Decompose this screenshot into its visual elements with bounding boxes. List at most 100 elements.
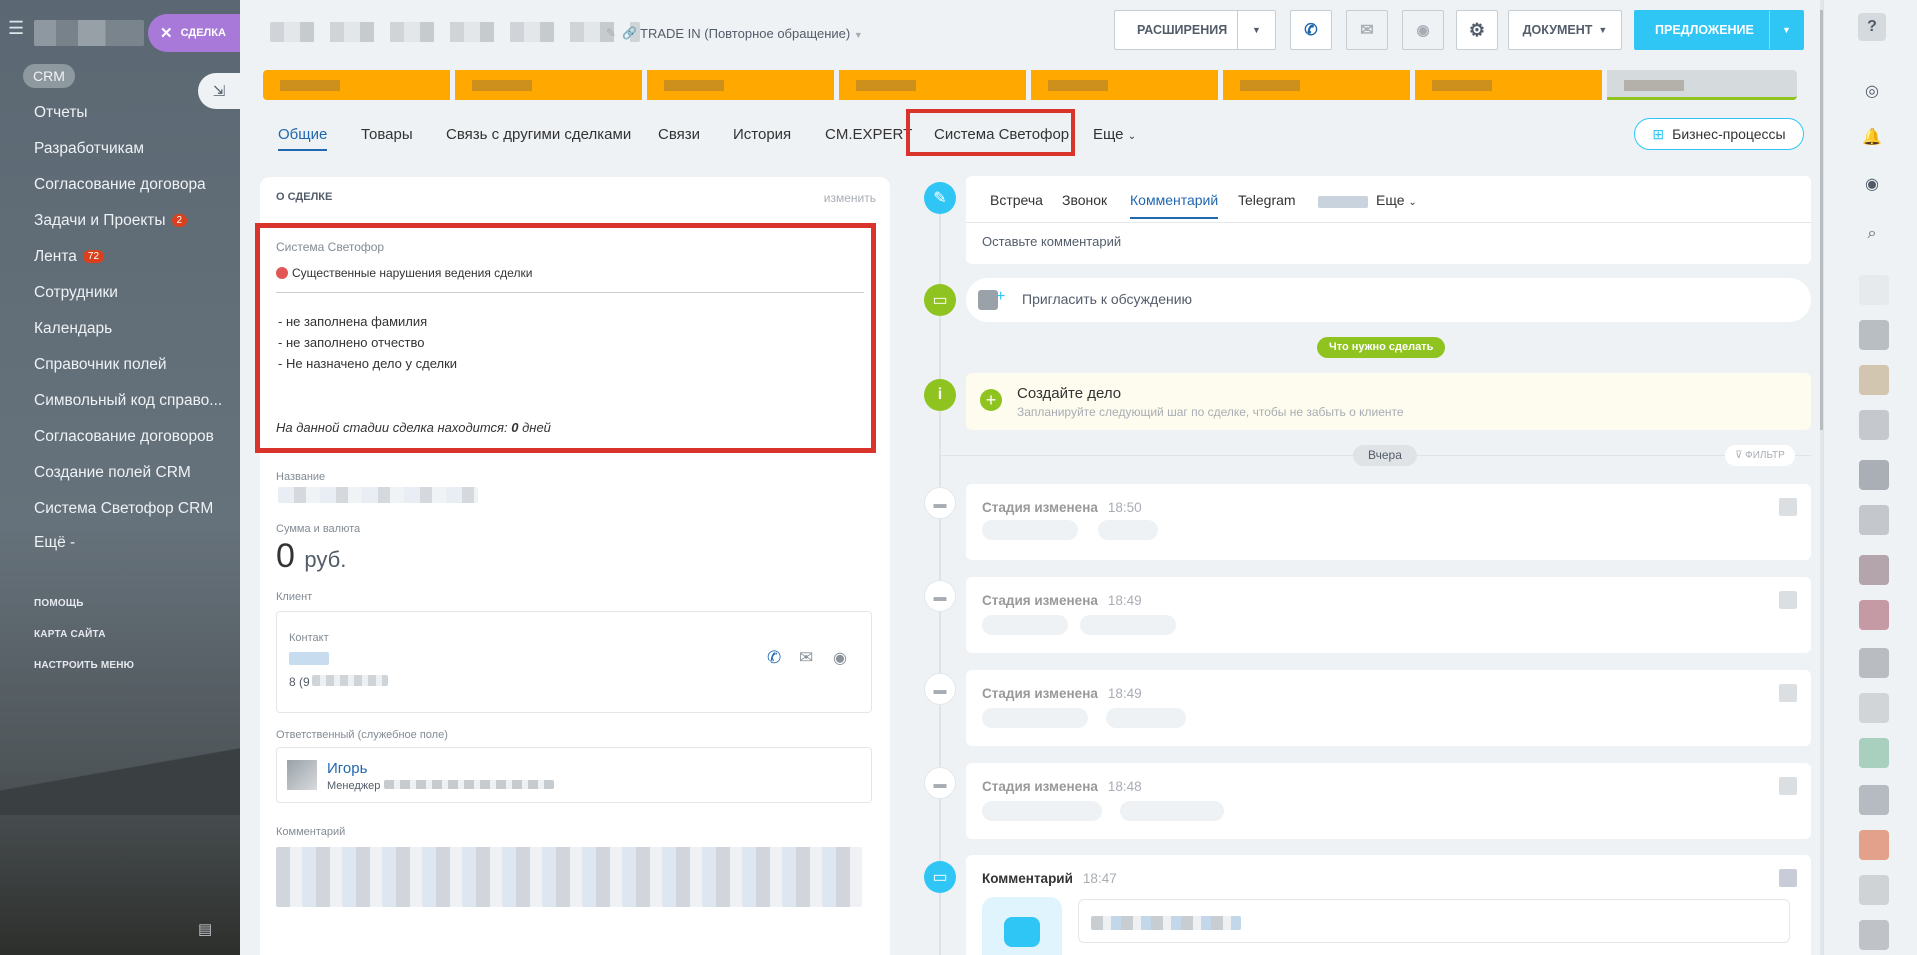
sidebar-item-svetofor-crm[interactable]: Система Светофор CRM	[34, 500, 213, 518]
tab-cm-expert[interactable]: CM.EXPERT	[825, 126, 912, 143]
composer-tab-more[interactable]: Еще ⌄	[1376, 192, 1417, 208]
chat-icon[interactable]: ◉	[1858, 170, 1886, 198]
phone-icon[interactable]: ✆	[767, 648, 781, 668]
event-title-text: Комментарий	[982, 871, 1073, 886]
create-task-card[interactable]: + Создайте дело Запланируйте следующий ш…	[966, 373, 1811, 430]
printer-icon[interactable]: ▤	[198, 920, 212, 938]
settings-button[interactable]: ⚙	[1456, 10, 1498, 50]
email-button[interactable]: ✉	[1346, 10, 1388, 50]
contact-avatar[interactable]	[1859, 830, 1889, 860]
invite-card[interactable]: + Пригласить к обсуждению	[966, 278, 1811, 322]
link-icon[interactable]: 🔗	[622, 26, 637, 40]
sidebar-item-tasks[interactable]: Задачи и Проекты 2	[34, 212, 188, 230]
collapse-panel-button[interactable]: ⇲	[198, 73, 240, 109]
stage-to-pill	[1098, 520, 1158, 540]
close-icon[interactable]: ✕	[160, 24, 173, 42]
tab-more-label: Еще	[1093, 126, 1124, 143]
chat-button[interactable]: ◉	[1402, 10, 1444, 50]
sidebar-item-employees[interactable]: Сотрудники	[34, 284, 118, 302]
crm-chip[interactable]: CRM	[23, 64, 75, 88]
sidebar-item-reports[interactable]: Отчеты	[34, 104, 88, 122]
status-text: Существенные нарушения ведения сделки	[292, 266, 533, 280]
contact-avatar[interactable]	[1859, 648, 1889, 678]
sidebar-item-contract-approval[interactable]: Согласование договора	[34, 176, 206, 194]
contact-name-blurred[interactable]	[289, 652, 329, 665]
chat-icon[interactable]: ◉	[833, 648, 847, 668]
tab-general[interactable]: Общие	[278, 126, 328, 151]
filter-button[interactable]: ⊽ ФИЛЬТР	[1725, 445, 1795, 466]
pipeline-label: TRADE IN (Повторное обращение)	[640, 26, 851, 41]
contact-avatar[interactable]	[1859, 738, 1889, 768]
comment-author-avatar	[982, 897, 1062, 955]
contact-avatar[interactable]	[1859, 320, 1889, 350]
composer-tab-comment[interactable]: Комментарий	[1130, 192, 1219, 219]
configure-menu-link[interactable]: НАСТРОИТЬ МЕНЮ	[34, 660, 134, 671]
help-link[interactable]: ПОМОЩЬ	[34, 598, 84, 609]
add-task-icon[interactable]: +	[980, 389, 1002, 411]
sidebar-item-calendar[interactable]: Календарь	[34, 320, 112, 338]
composer-tab-telegram[interactable]: Telegram	[1238, 192, 1296, 208]
client-card[interactable]: Контакт 8 (9 ✆ ✉ ◉	[276, 611, 872, 713]
contact-avatar[interactable]	[1859, 410, 1889, 440]
help-icon[interactable]: ?	[1858, 13, 1886, 41]
comment-input[interactable]: Оставьте комментарий	[982, 234, 1121, 249]
tab-history[interactable]: История	[733, 126, 791, 143]
sitemap-link[interactable]: КАРТА САЙТА	[34, 629, 106, 640]
pipeline-selector[interactable]: TRADE IN (Повторное обращение) ▼	[640, 26, 863, 41]
svetofor-block: Система Светофор Существенные нарушения …	[255, 223, 876, 453]
contact-phone[interactable]: 8 (9	[289, 675, 388, 689]
contact-avatar[interactable]	[1859, 693, 1889, 723]
create-task-title[interactable]: Создайте дело	[1017, 385, 1121, 402]
event-title: Комментарий 18:47	[982, 871, 1117, 886]
tab-more[interactable]: Еще ⌄	[1093, 126, 1136, 143]
offer-dropdown[interactable]: ▼	[1769, 11, 1803, 49]
edit-link[interactable]: изменить	[824, 191, 876, 205]
openlines-icon[interactable]: ◎	[1858, 77, 1886, 105]
event-title-text: Стадия изменена	[982, 686, 1098, 701]
portal-logo[interactable]	[34, 20, 144, 46]
composer-tab-call[interactable]: Звонок	[1062, 192, 1107, 208]
sidebar-item-developers[interactable]: Разработчикам	[34, 140, 144, 158]
responsible-name[interactable]: Игорь	[327, 760, 367, 777]
business-processes-button[interactable]: ⊞ Бизнес-процессы	[1634, 118, 1804, 150]
contact-avatar[interactable]	[1859, 875, 1889, 905]
business-processes-label: Бизнес-процессы	[1672, 126, 1786, 142]
sidebar-item-feed[interactable]: Лента 72	[34, 248, 105, 266]
stage-to-pill	[1120, 801, 1224, 821]
sidebar-item-contracts-approval[interactable]: Согласование договоров	[34, 428, 214, 446]
email-icon[interactable]: ✉	[799, 648, 813, 668]
contact-avatar[interactable]	[1859, 365, 1889, 395]
sidebar-item-field-reference[interactable]: Справочник полей	[34, 356, 167, 374]
contact-avatar[interactable]	[1859, 555, 1889, 585]
contact-avatar[interactable]	[1859, 920, 1889, 950]
composer-tab-blurred[interactable]	[1318, 196, 1368, 208]
document-button[interactable]: ДОКУМЕНТ ▼	[1508, 10, 1622, 50]
bell-icon[interactable]: 🔔	[1858, 123, 1886, 151]
sidebar-item-more[interactable]: Ещё -	[34, 534, 75, 552]
offer-button[interactable]: ПРЕДЛОЖЕНИЕ ▼	[1634, 10, 1804, 50]
contact-avatar[interactable]	[1859, 505, 1889, 535]
pencil-icon[interactable]: ✎	[606, 26, 616, 40]
contact-label: Контакт	[289, 632, 329, 644]
hamburger-icon[interactable]: ☰	[8, 18, 24, 39]
phone-button[interactable]: ✆	[1290, 10, 1332, 50]
responsible-card[interactable]: Игорь Менеджер	[276, 747, 872, 803]
contact-avatar[interactable]	[1859, 785, 1889, 815]
tab-relations[interactable]: Связи	[658, 126, 700, 143]
deal-tag[interactable]: ✕ СДЕЛКА	[148, 14, 240, 52]
contact-avatar[interactable]	[1859, 460, 1889, 490]
contact-avatar[interactable]	[1859, 275, 1889, 305]
tab-products[interactable]: Товары	[361, 126, 413, 143]
sidebar-item-symbol-code[interactable]: Символьный код справо...	[34, 392, 222, 410]
contact-avatar[interactable]	[1859, 600, 1889, 630]
tab-linked-deals[interactable]: Связь с другими сделками	[446, 126, 631, 143]
extensions-button[interactable]: РАСШИРЕНИЯ ▼	[1114, 10, 1276, 50]
sidebar-item-crm-fields[interactable]: Создание полей CRM	[34, 464, 191, 482]
extensions-dropdown[interactable]: ▼	[1237, 11, 1275, 49]
deal-title	[270, 22, 640, 42]
stage-to-pill	[1106, 708, 1186, 728]
search-icon[interactable]: ⌕	[1858, 220, 1886, 248]
tab-svetofor[interactable]: Система Светофор	[934, 126, 1069, 143]
event-time: 18:48	[1107, 779, 1142, 794]
composer-tab-meeting[interactable]: Встреча	[990, 192, 1043, 208]
